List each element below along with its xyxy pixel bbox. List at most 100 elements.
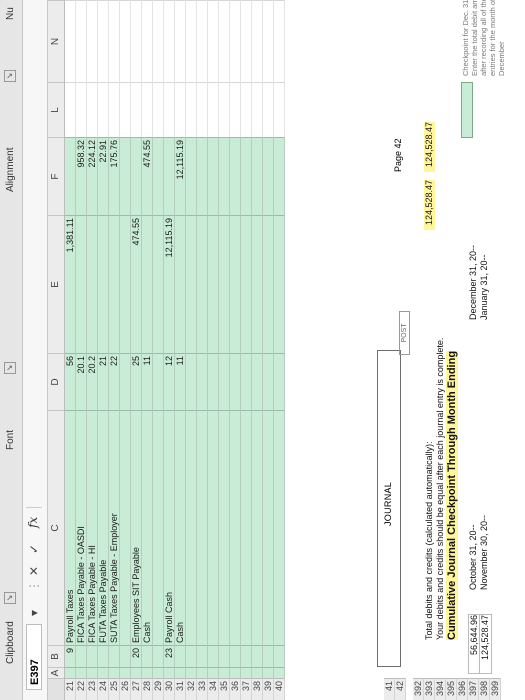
column-header-e[interactable]: E [48, 215, 64, 353]
cell-n[interactable] [263, 0, 274, 82]
cell-b[interactable]: 20 [131, 645, 142, 667]
cell-a[interactable] [208, 667, 219, 678]
cell-a[interactable] [120, 667, 131, 678]
cell-l[interactable] [76, 82, 87, 137]
cell-n[interactable] [230, 0, 241, 82]
cell-a[interactable] [241, 667, 252, 678]
cell-b[interactable] [241, 645, 252, 667]
row-number[interactable]: 27 [131, 678, 142, 700]
cell-c[interactable]: SUTA Taxes Payable - Employer [109, 410, 120, 645]
cell-l[interactable] [252, 82, 263, 137]
column-header-l[interactable]: L [48, 82, 64, 137]
cell-a[interactable] [109, 667, 120, 678]
cell-c[interactable]: FUTA Taxes Payable [98, 410, 109, 645]
cell-f[interactable] [153, 137, 164, 215]
cell-e[interactable] [208, 215, 219, 353]
insert-function-icon[interactable]: fx [26, 517, 40, 528]
cell-e[interactable] [98, 215, 109, 353]
cell-n[interactable] [175, 0, 186, 82]
cell-b[interactable]: 23 [164, 645, 175, 667]
cell-b[interactable] [219, 645, 230, 667]
cell-a[interactable] [230, 667, 241, 678]
cancel-icon[interactable]: ✕ [27, 566, 41, 576]
checkpoint-dec-input[interactable] [461, 82, 473, 138]
cell-b[interactable] [142, 645, 153, 667]
cell-a[interactable] [252, 667, 263, 678]
cell-n[interactable] [76, 0, 87, 82]
credit-total-cell[interactable]: 124,528.47 [424, 122, 435, 172]
cell-f[interactable]: 224.12 [87, 137, 98, 215]
cell-f[interactable] [197, 137, 208, 215]
cell-b[interactable] [274, 645, 285, 667]
cell-c[interactable] [219, 410, 230, 645]
cell-e[interactable] [76, 215, 87, 353]
cell-e[interactable] [252, 215, 263, 353]
cell-e[interactable] [109, 215, 120, 353]
font-launcher-icon[interactable]: ↘ [4, 362, 16, 374]
cell-l[interactable] [219, 82, 230, 137]
cell-e[interactable] [219, 215, 230, 353]
cell-a[interactable] [197, 667, 208, 678]
cell-c[interactable] [274, 410, 285, 645]
cell-f[interactable]: 22.91 [98, 137, 109, 215]
row-number[interactable]: 36 [230, 678, 241, 700]
cell-a[interactable] [76, 667, 87, 678]
cell-c[interactable] [252, 410, 263, 645]
cell-f[interactable] [164, 137, 175, 215]
formula-input[interactable] [26, 7, 42, 508]
cell-c[interactable]: FICA Taxes Payable - HI [87, 410, 98, 645]
row-number[interactable]: 396 [457, 678, 468, 700]
cell-l[interactable] [164, 82, 175, 137]
row-number[interactable]: 41 [384, 678, 395, 700]
cell-a[interactable] [274, 667, 285, 678]
cell-d[interactable]: 11 [142, 353, 153, 410]
cell-b[interactable] [186, 645, 197, 667]
cell-f[interactable] [131, 137, 142, 215]
row-number[interactable]: 23 [87, 678, 98, 700]
cell-c[interactable]: Payroll Taxes [65, 410, 76, 645]
cell-a[interactable] [164, 667, 175, 678]
cell-e[interactable] [153, 215, 164, 353]
cell-b[interactable] [98, 645, 109, 667]
cell-d[interactable] [263, 353, 274, 410]
cell-a[interactable] [153, 667, 164, 678]
cell-b[interactable] [263, 645, 274, 667]
cell-n[interactable] [241, 0, 252, 82]
cell-a[interactable] [65, 667, 76, 678]
row-number[interactable]: 29 [153, 678, 164, 700]
cell-c[interactable]: Cash [175, 410, 186, 645]
cell-c[interactable] [263, 410, 274, 645]
cell-n[interactable] [65, 0, 76, 82]
row-number[interactable]: 31 [175, 678, 186, 700]
name-box-dropdown-icon[interactable]: ▾ [27, 610, 41, 616]
column-header-c[interactable]: C [48, 410, 64, 645]
cell-e[interactable] [241, 215, 252, 353]
cell-d[interactable] [186, 353, 197, 410]
cell-f[interactable] [252, 137, 263, 215]
cell-l[interactable] [65, 82, 76, 137]
cell-l[interactable] [263, 82, 274, 137]
cell-n[interactable] [164, 0, 175, 82]
cell-a[interactable] [175, 667, 186, 678]
cell-e[interactable] [197, 215, 208, 353]
row-number[interactable]: 42 [395, 678, 406, 700]
cell-f[interactable] [219, 137, 230, 215]
cell-l[interactable] [175, 82, 186, 137]
cell-e[interactable] [274, 215, 285, 353]
cell-e[interactable] [263, 215, 274, 353]
cell-d[interactable]: 21 [98, 353, 109, 410]
cell-c[interactable] [230, 410, 241, 645]
cell-l[interactable] [274, 82, 285, 137]
cell-b[interactable] [252, 645, 263, 667]
cell-n[interactable] [120, 0, 131, 82]
cell-d[interactable] [120, 353, 131, 410]
cell-e[interactable]: 1,381.11 [65, 215, 76, 353]
cell-d[interactable] [208, 353, 219, 410]
row-number[interactable]: 32 [186, 678, 197, 700]
cell-d[interactable]: 20.1 [76, 353, 87, 410]
cell-e[interactable] [230, 215, 241, 353]
column-header-f[interactable]: F [48, 137, 64, 215]
cell-b[interactable] [230, 645, 241, 667]
cell-l[interactable] [142, 82, 153, 137]
cell-n[interactable] [142, 0, 153, 82]
